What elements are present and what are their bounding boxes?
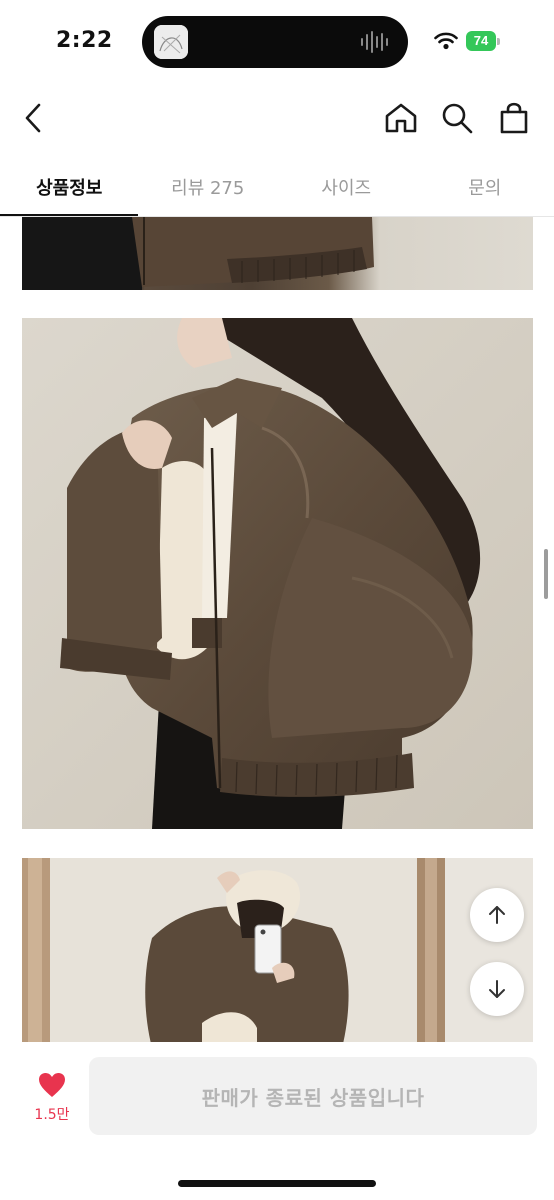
cart-button[interactable] bbox=[494, 98, 534, 138]
tab-inquiry[interactable]: 문의 bbox=[416, 160, 554, 216]
top-navigation bbox=[0, 84, 554, 154]
tab-label: 리뷰 275 bbox=[171, 178, 245, 199]
shopping-bag-icon bbox=[500, 102, 528, 134]
home-indicator[interactable] bbox=[178, 1180, 376, 1187]
back-button[interactable] bbox=[14, 98, 54, 138]
search-icon bbox=[442, 103, 473, 134]
sold-out-button[interactable]: 판매가 종료된 상품입니다 bbox=[89, 1057, 537, 1135]
like-button[interactable]: 1.5만 bbox=[26, 1072, 78, 1124]
battery-level: 74 bbox=[466, 31, 496, 51]
like-count: 1.5만 bbox=[34, 1107, 70, 1123]
status-bar: 2:22 74 bbox=[0, 0, 554, 84]
status-time: 2:22 bbox=[56, 28, 113, 53]
audio-wave-icon bbox=[360, 30, 392, 54]
scroll-down-button[interactable] bbox=[470, 962, 524, 1016]
tab-label: 문의 bbox=[468, 178, 502, 199]
heart-icon bbox=[39, 1073, 65, 1097]
wifi-icon bbox=[434, 31, 458, 51]
product-photo bbox=[22, 858, 533, 1042]
tab-size[interactable]: 사이즈 bbox=[277, 160, 416, 216]
dynamic-island bbox=[142, 16, 408, 68]
home-button[interactable] bbox=[381, 98, 421, 138]
battery-indicator: 74 bbox=[466, 31, 500, 51]
arrow-down-icon bbox=[489, 980, 505, 998]
battery-cap bbox=[497, 38, 500, 45]
product-photo bbox=[22, 318, 533, 829]
home-icon bbox=[385, 103, 417, 133]
product-photo bbox=[22, 217, 533, 290]
app-thumbnail-icon bbox=[154, 25, 188, 59]
tab-product-info[interactable]: 상품정보 bbox=[0, 160, 139, 217]
tab-label: 상품정보 bbox=[36, 178, 103, 199]
scrollbar[interactable] bbox=[544, 549, 548, 599]
tab-reviews[interactable]: 리뷰 275 bbox=[139, 160, 278, 216]
search-button[interactable] bbox=[437, 98, 477, 138]
arrow-up-icon bbox=[489, 906, 505, 924]
scroll-up-button[interactable] bbox=[470, 888, 524, 942]
tab-label: 사이즈 bbox=[321, 178, 372, 199]
bottom-action-bar: 1.5만 판매가 종료된 상품입니다 bbox=[0, 1042, 554, 1200]
product-tabs: 상품정보 리뷰 275 사이즈 문의 bbox=[0, 160, 554, 217]
chevron-left-icon bbox=[25, 103, 41, 133]
